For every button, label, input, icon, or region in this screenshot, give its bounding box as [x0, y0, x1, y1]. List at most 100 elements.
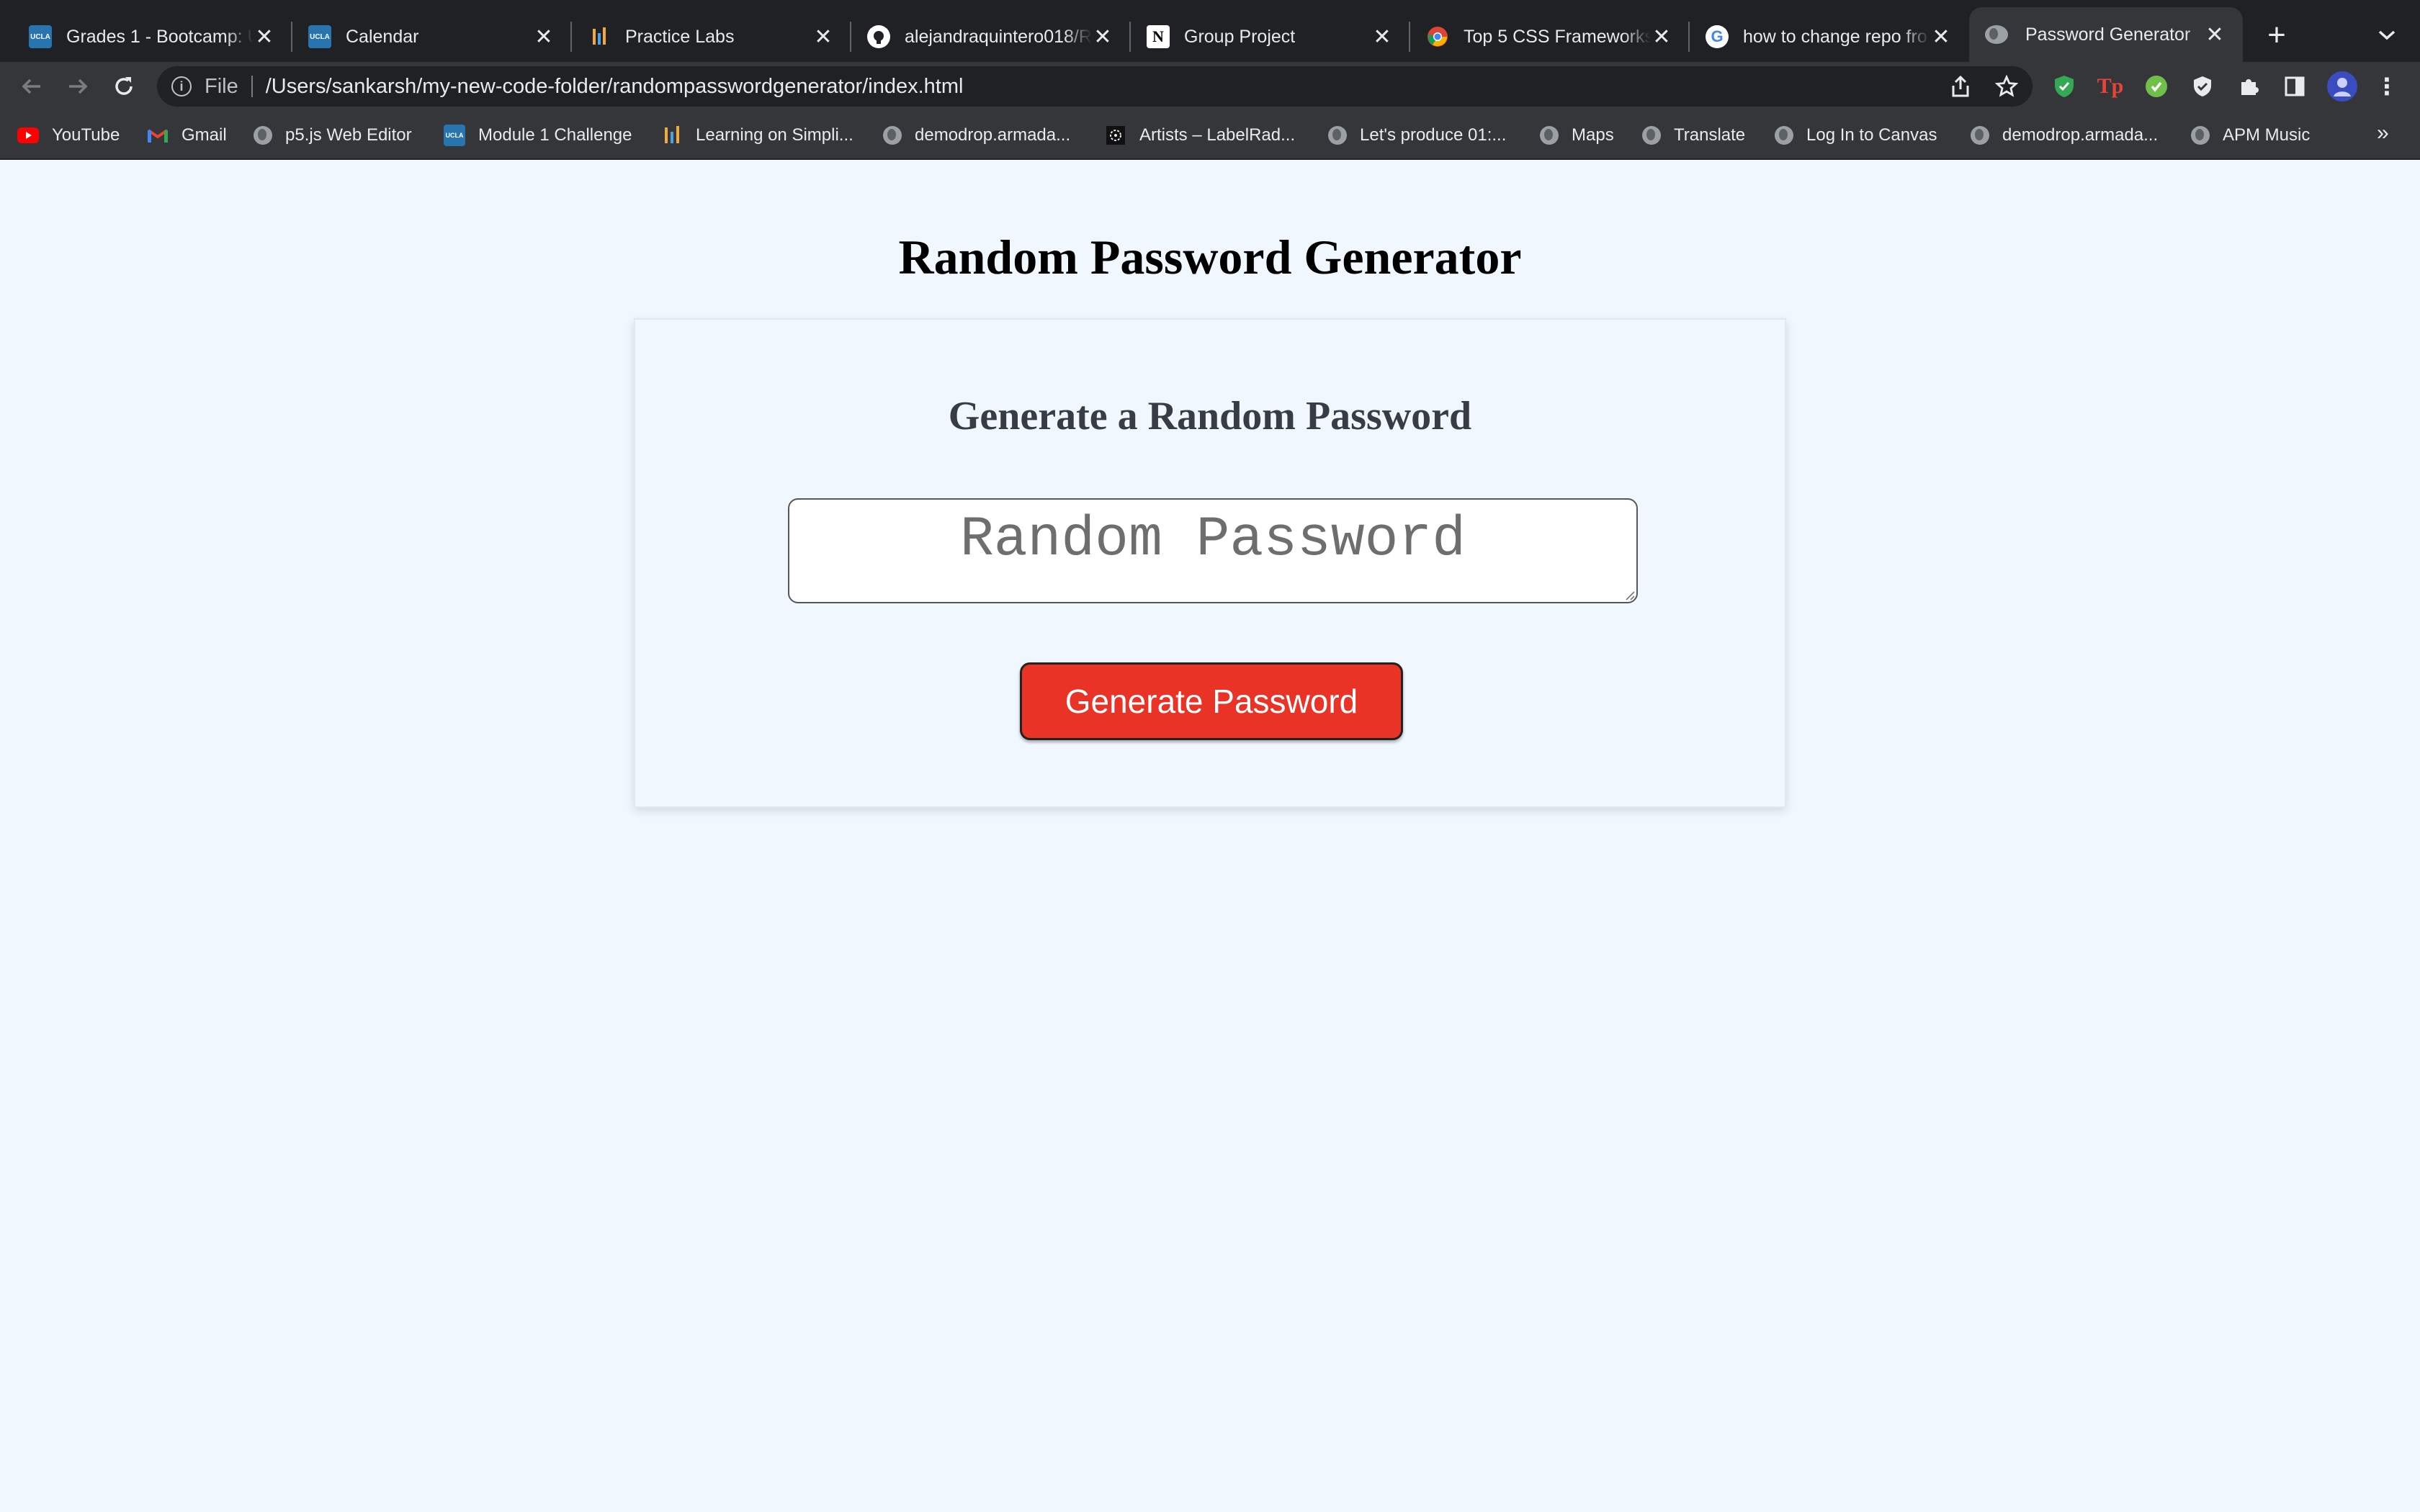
close-icon[interactable]: ✕: [1648, 23, 1675, 50]
bookmark-label: Learning on Simpli...: [696, 125, 853, 145]
bookmark-label: Log In to Canvas: [1806, 125, 1937, 145]
url-divider: [251, 76, 253, 97]
grammarly-extension-icon[interactable]: [2143, 73, 2169, 99]
chrome-icon: [1426, 25, 1449, 48]
globe-icon: [1775, 126, 1793, 145]
close-icon[interactable]: ✕: [530, 23, 557, 50]
bookmark-apm-music[interactable]: APM Music: [2191, 121, 2310, 150]
github-icon: [867, 25, 890, 48]
ucla-icon: UCLA: [308, 25, 331, 48]
bookmarks-bar: YouTube Gmail p5.js Web Editor UCLA Modu…: [0, 111, 2420, 160]
tab-google-search[interactable]: G how to change repo fro ✕: [1690, 12, 1969, 62]
notion-icon: N: [1147, 25, 1170, 48]
info-icon[interactable]: i: [171, 76, 192, 96]
shield-extension-icon[interactable]: [2051, 73, 2077, 99]
bookmark-demodrop-2[interactable]: demodrop.armada...: [1971, 121, 2158, 150]
back-arrow-icon[interactable]: [14, 69, 49, 104]
gmail-icon: [147, 125, 169, 146]
tab-title: Top 5 CSS Frameworks: [1464, 26, 1651, 47]
tab-title: Practice Labs: [625, 26, 735, 47]
bookmark-label: Gmail: [182, 125, 227, 145]
bookmark-translate[interactable]: Translate: [1642, 121, 1745, 150]
bookmark-lets-produce[interactable]: Let's produce 01:...: [1328, 121, 1506, 150]
puzzle-extensions-icon[interactable]: [2236, 73, 2262, 99]
reload-icon[interactable]: [107, 69, 141, 104]
menu-kebab-icon[interactable]: ⋮: [2374, 73, 2400, 99]
ucla-icon: UCLA: [444, 125, 465, 146]
bookmark-label: Let's produce 01:...: [1360, 125, 1507, 145]
card-title: Generate a Random Password: [948, 394, 1472, 438]
tab-password-generator[interactable]: Password Generator ✕: [1969, 7, 2243, 62]
bookmark-label: demodrop.armada...: [915, 125, 1071, 145]
url-scheme: File: [205, 74, 238, 98]
new-tab-button[interactable]: +: [2259, 17, 2295, 53]
practice-labs-icon: [588, 25, 611, 48]
tab-search-chevron-icon[interactable]: [2370, 20, 2404, 50]
profile-avatar[interactable]: [2326, 71, 2358, 102]
bookmark-label: Maps: [1572, 125, 1614, 145]
tab-calendar[interactable]: UCLA Calendar ✕: [292, 12, 572, 62]
tab-grades[interactable]: UCLA Grades 1 - Bootcamp: UCLA ✕: [13, 12, 292, 62]
globe-icon: [254, 126, 272, 145]
privacy-shield-icon[interactable]: [2190, 73, 2215, 99]
resize-handle-icon[interactable]: [1623, 589, 1635, 600]
globe-icon: [1985, 25, 2008, 44]
bookmark-simplilearn[interactable]: Learning on Simpli...: [661, 121, 853, 150]
share-icon[interactable]: [1945, 71, 1976, 102]
close-icon[interactable]: ✕: [2201, 21, 2228, 48]
bookmark-canvas[interactable]: Log In to Canvas: [1775, 121, 1937, 150]
globe-icon: [1971, 126, 1989, 145]
bookmark-label: p5.js Web Editor: [285, 125, 412, 145]
bookmark-demodrop-1[interactable]: demodrop.armada...: [883, 121, 1070, 150]
globe-icon: [1540, 126, 1559, 145]
close-icon[interactable]: ✕: [251, 23, 278, 50]
page-title: Random Password Generator: [898, 230, 1522, 284]
tab-group-project[interactable]: N Group Project ✕: [1131, 12, 1410, 62]
tab-title: how to change repo fro: [1743, 26, 1927, 47]
globe-icon: [883, 126, 902, 145]
practice-labs-icon: [661, 125, 683, 146]
close-icon[interactable]: ✕: [1368, 23, 1396, 50]
bookmark-label: YouTube: [52, 125, 120, 145]
bookmark-star-icon[interactable]: [1991, 71, 2022, 102]
bookmark-module-1[interactable]: UCLA Module 1 Challenge: [444, 121, 632, 150]
password-output[interactable]: [788, 498, 1638, 603]
forward-arrow-icon[interactable]: [60, 69, 95, 104]
generate-password-button[interactable]: Generate Password: [1020, 662, 1403, 740]
bookmark-gmail[interactable]: Gmail: [147, 121, 227, 150]
tab-github[interactable]: alejandraquintero018/R ✕: [851, 12, 1131, 62]
bookmark-label: Translate: [1674, 125, 1746, 145]
close-icon[interactable]: ✕: [1927, 23, 1955, 50]
tab-css-frameworks[interactable]: Top 5 CSS Frameworks ✕: [1410, 12, 1690, 62]
close-icon[interactable]: ✕: [810, 23, 837, 50]
bookmark-label: demodrop.armada...: [2002, 125, 2159, 145]
tp-extension-icon[interactable]: Tp: [2097, 73, 2124, 99]
address-bar[interactable]: i File /Users/sankarsh/my-new-code-folde…: [157, 66, 2033, 107]
bookmark-labelradar[interactable]: Artists – LabelRad...: [1105, 121, 1295, 150]
bookmark-label: Artists – LabelRad...: [1139, 125, 1296, 145]
bookmark-p5js[interactable]: p5.js Web Editor: [254, 121, 412, 150]
tab-title: Calendar: [346, 26, 419, 47]
globe-icon: [2191, 126, 2210, 145]
close-icon[interactable]: ✕: [1089, 23, 1116, 50]
tab-strip: UCLA Grades 1 - Bootcamp: UCLA ✕ UCLA Ca…: [0, 0, 2420, 62]
browser-toolbar: i File /Users/sankarsh/my-new-code-folde…: [0, 62, 2420, 111]
labelradar-icon: [1105, 125, 1126, 146]
ucla-icon: UCLA: [29, 25, 52, 48]
globe-icon: [1328, 126, 1347, 145]
bookmark-youtube[interactable]: YouTube: [17, 121, 120, 150]
google-icon: G: [1706, 25, 1729, 48]
generator-card: Generate a Random Password Generate Pass…: [634, 318, 1786, 808]
tab-title: Password Generator: [2025, 24, 2191, 45]
bookmark-maps[interactable]: Maps: [1540, 121, 1614, 150]
bookmark-label: APM Music: [2223, 125, 2311, 145]
tab-title: Grades 1 - Bootcamp: UCLA: [66, 26, 254, 47]
side-panel-icon[interactable]: [2282, 73, 2308, 99]
tab-practice-labs[interactable]: Practice Labs ✕: [572, 12, 851, 62]
url-text[interactable]: /Users/sankarsh/my-new-code-folder/rando…: [266, 75, 964, 99]
youtube-icon: [17, 125, 39, 146]
globe-icon: [1642, 126, 1661, 145]
more-bookmarks-icon[interactable]: »: [2377, 121, 2389, 145]
tab-title: Group Project: [1184, 26, 1296, 47]
tab-title: alejandraquintero018/R: [905, 26, 1092, 47]
